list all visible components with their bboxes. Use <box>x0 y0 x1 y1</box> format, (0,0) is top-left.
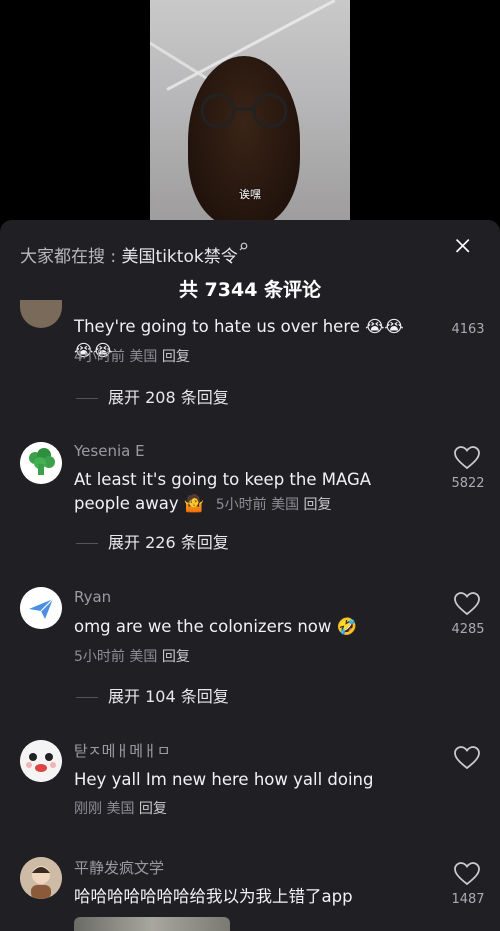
expand-replies-button[interactable]: 展开 104 条回复 <box>76 683 229 707</box>
reply-button[interactable]: 回复 <box>162 349 190 365</box>
reply-button[interactable]: 回复 <box>139 801 167 817</box>
expand-label: 展开 226 条回复 <box>108 533 229 552</box>
close-icon[interactable] <box>455 238 475 258</box>
video-player[interactable]: 诶嘿 <box>150 0 350 225</box>
paper-plane-icon <box>20 587 62 629</box>
commenter-name[interactable]: Yesenia E <box>74 442 145 460</box>
commenter-name[interactable]: Ryan <box>74 588 111 606</box>
expand-replies-button[interactable]: 展开 208 条回复 <box>76 384 229 408</box>
divider <box>76 398 98 399</box>
comment-meta: 5小时前 美国 回复 <box>216 497 332 513</box>
avatar[interactable] <box>20 740 62 782</box>
cartoon-face-icon <box>20 740 62 782</box>
reply-button[interactable]: 回复 <box>162 649 190 665</box>
child-photo-icon <box>20 857 62 899</box>
comment-time: 5小时前 <box>74 649 125 665</box>
comment-sheet: 大家都在搜 : 美国tiktok禁令 共 7344 条评论 They're go… <box>0 220 500 931</box>
comment-count-title: 共 7344 条评论 <box>178 279 322 301</box>
comment-location: 美国 <box>129 649 158 665</box>
comment-location: 美国 <box>129 349 158 365</box>
heart-icon[interactable] <box>454 446 480 470</box>
commenter-name[interactable]: 탇ㅈ메ㅐ메ㅐㅁ <box>74 740 171 761</box>
like-count: 1487 <box>451 892 485 907</box>
comment-time: 刚刚 <box>74 801 102 817</box>
comment-text: omg are we the colonizers now 🤣 <box>74 617 358 636</box>
avatar[interactable] <box>20 587 62 629</box>
video-caption: 诶嘿 <box>239 188 261 201</box>
glasses-icon <box>200 93 288 129</box>
commenter-name[interactable]: 平静发疯文学 <box>74 857 164 878</box>
comment-text: Hey yall Im new here how yall doing <box>74 770 374 789</box>
comment-text: At least it's going to keep the MAGA peo… <box>74 468 419 517</box>
like-count: 4285 <box>451 622 485 637</box>
divider <box>76 543 98 544</box>
comment-image-thumbnail[interactable] <box>74 917 230 931</box>
broccoli-icon <box>20 442 62 484</box>
divider <box>76 697 98 698</box>
comment-meta: 4小时前 美国 回复 <box>74 346 190 366</box>
search-prefix: 大家都在搜 : <box>20 247 122 267</box>
reply-button[interactable]: 回复 <box>304 497 332 513</box>
expand-label: 展开 104 条回复 <box>108 687 229 706</box>
comment-text: 哈哈哈哈哈哈哈给我以为我上错了app <box>74 887 353 906</box>
comment-time: 4小时前 <box>74 349 125 365</box>
search-icon <box>239 242 248 251</box>
comment-location: 美国 <box>106 801 135 817</box>
expand-replies-button[interactable]: 展开 226 条回复 <box>76 529 229 553</box>
comment-meta: 刚刚 美国 回复 <box>74 798 167 818</box>
comment-meta: 5小时前 美国 回复 <box>74 646 190 666</box>
trending-search[interactable]: 大家都在搜 : 美国tiktok禁令 <box>20 242 248 267</box>
avatar[interactable] <box>20 442 62 484</box>
heart-icon[interactable] <box>454 592 480 616</box>
heart-icon[interactable] <box>454 746 480 770</box>
heart-icon[interactable] <box>454 862 480 886</box>
comment-location: 美国 <box>271 497 300 513</box>
comment-time: 5小时前 <box>215 497 267 513</box>
avatar[interactable] <box>20 857 62 899</box>
search-keyword[interactable]: 美国tiktok禁令 <box>122 247 238 267</box>
like-count: 4163 <box>451 322 485 337</box>
avatar[interactable] <box>20 300 62 328</box>
expand-label: 展开 208 条回复 <box>108 388 229 407</box>
like-count: 5822 <box>451 476 485 491</box>
